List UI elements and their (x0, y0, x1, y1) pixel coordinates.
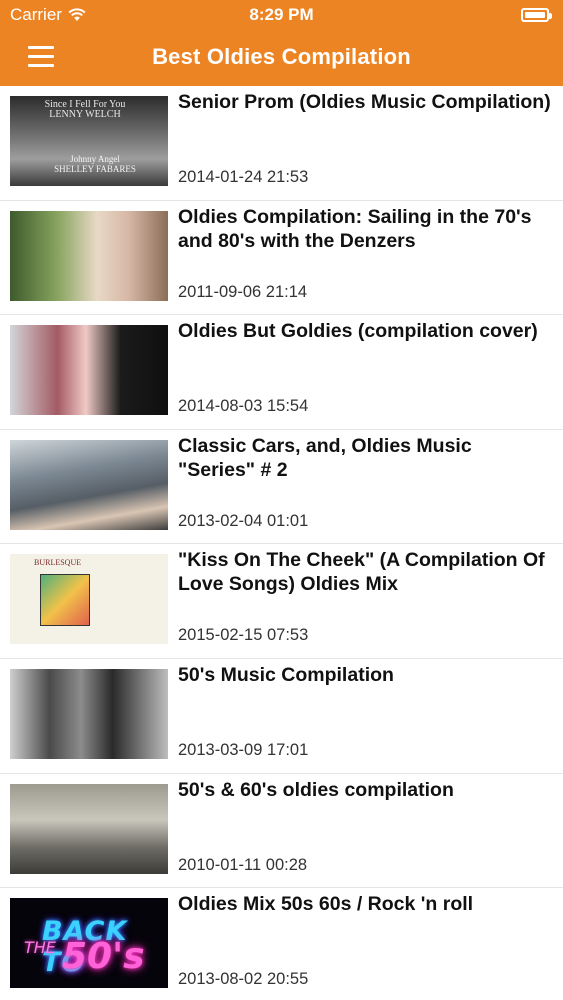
video-thumbnail (10, 783, 168, 874)
video-list-item[interactable]: Oldies Compilation: Sailing in the 70's … (0, 201, 563, 316)
video-title: 50's & 60's oldies compilation (178, 778, 454, 801)
video-title: "Kiss On The Cheek" (A Compilation Of Lo… (178, 549, 545, 596)
video-thumbnail: BURLESQUE (10, 554, 168, 645)
comic-panel-image (40, 574, 90, 627)
video-thumbnail: BACK TO THE 50's (10, 898, 168, 989)
video-list-item[interactable]: BACK TO THE 50's Oldies Mix 50s 60s / Ro… (0, 888, 563, 1000)
status-time: 8:29 PM (249, 5, 314, 24)
video-date: 2014-01-24 21:53 (178, 168, 309, 186)
neon-the-text: THE (24, 938, 56, 958)
video-list-item[interactable]: Since I Fell For You LENNY WELCH Johnny … (0, 86, 563, 201)
video-list: Since I Fell For You LENNY WELCH Johnny … (0, 86, 563, 1000)
status-bar: Carrier 8:29 PM (0, 0, 563, 30)
video-thumbnail (10, 439, 168, 530)
video-list-item[interactable]: 50's Music Compilation 2013-03-09 17:01 (0, 659, 563, 774)
video-date: 2014-08-03 15:54 (178, 397, 309, 416)
video-date: 2013-02-04 01:01 (178, 511, 309, 530)
neon-50s-text: 50's (62, 936, 145, 978)
video-list-item[interactable]: Classic Cars, and, Oldies Music "Series"… (0, 430, 563, 545)
video-thumbnail (10, 668, 168, 759)
video-date: 2013-03-09 17:01 (178, 740, 309, 759)
video-title: Oldies Compilation: Sailing in the 70's … (178, 205, 532, 252)
video-date: 2011-09-06 21:14 (178, 282, 308, 301)
video-date: 2010-01-11 00:28 (178, 855, 308, 874)
page-title: Best Oldies Compilation (152, 44, 411, 69)
video-date: 2015-02-15 07:53 (178, 626, 309, 645)
video-title: 50's Music Compilation (178, 663, 394, 686)
video-title: Oldies But Goldies (compilation cover) (178, 320, 538, 343)
video-list-item[interactable]: BURLESQUE "Kiss On The Cheek" (A Compila… (0, 544, 563, 659)
video-title: Senior Prom (Oldies Music Compilation) (178, 91, 551, 113)
video-title: Oldies Mix 50s 60s / Rock 'n roll (178, 893, 474, 916)
video-date: 2013-08-02 20:55 (178, 970, 309, 989)
thumbnail-caption-top: Since I Fell For You LENNY WELCH (44, 99, 126, 120)
video-title: Classic Cars, and, Oldies Music "Series"… (178, 434, 472, 481)
video-list-item[interactable]: Oldies But Goldies (compilation cover) 2… (0, 315, 563, 430)
battery-icon (521, 8, 552, 22)
video-list-item[interactable]: 50's & 60's oldies compilation 2010-01-1… (0, 774, 563, 889)
video-thumbnail (10, 210, 168, 301)
navigation-bar: Carrier 8:29 PM Best Oldies Compilation (0, 0, 563, 86)
video-thumbnail: Since I Fell For You LENNY WELCH Johnny … (10, 96, 168, 186)
thumbnail-caption-top: BURLESQUE (34, 558, 82, 568)
video-thumbnail (10, 325, 168, 416)
thumbnail-caption-bottom: Johnny Angel SHELLEY FABARES (54, 154, 136, 174)
